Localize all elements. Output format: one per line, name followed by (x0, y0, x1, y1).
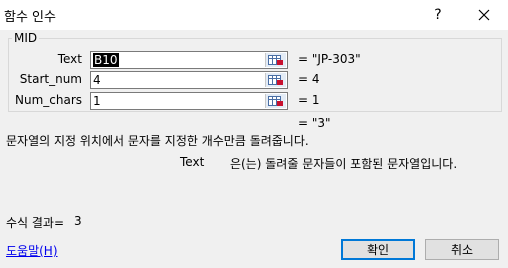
arg-label-text: Text (57, 52, 82, 66)
collapse-ref-button[interactable] (265, 94, 286, 108)
arg-input-text[interactable]: B10 (93, 53, 119, 67)
range-select-icon (268, 95, 283, 106)
argument-help-text: 은(는) 돌려줄 문자들이 포함된 문자열입니다. (230, 157, 458, 171)
close-button[interactable] (462, 2, 506, 28)
arg-result-text: = "JP-303" (298, 52, 361, 66)
function-description: 문자열의 지정 위치에서 문자를 지정한 개수만큼 돌려줍니다. (6, 134, 309, 148)
collapse-ref-button[interactable] (265, 53, 286, 67)
help-link[interactable]: 도움말(H) (6, 242, 58, 259)
dialog-title: 함수 인수 (4, 10, 56, 25)
arg-result-start-num: = 4 (298, 72, 320, 86)
formula-result-value: 3 (74, 214, 82, 228)
help-title-button[interactable]: ? (416, 2, 460, 28)
arg-label-num-chars: Num_chars (14, 93, 82, 107)
arg-field-num-chars[interactable] (90, 92, 288, 110)
arg-input-num-chars[interactable] (93, 93, 263, 109)
argument-help-name: Text (180, 155, 205, 169)
close-icon (478, 9, 490, 21)
formula-result-label: 수식 결과= (6, 216, 65, 230)
range-select-icon (268, 54, 283, 65)
arg-result-num-chars: = 1 (298, 93, 320, 107)
collapse-ref-button[interactable] (265, 73, 286, 87)
function-name: MID (12, 31, 40, 45)
arg-label-start-num: Start_num (19, 72, 82, 86)
arg-input-start-num[interactable] (93, 72, 263, 88)
arg-field-start-num[interactable] (90, 71, 288, 89)
cancel-button[interactable]: 취소 (425, 239, 499, 260)
function-result: = "3" (298, 116, 331, 130)
range-select-icon (268, 74, 283, 85)
ok-button[interactable]: 확인 (341, 239, 415, 260)
arg-field-text[interactable]: B10 (90, 51, 288, 69)
